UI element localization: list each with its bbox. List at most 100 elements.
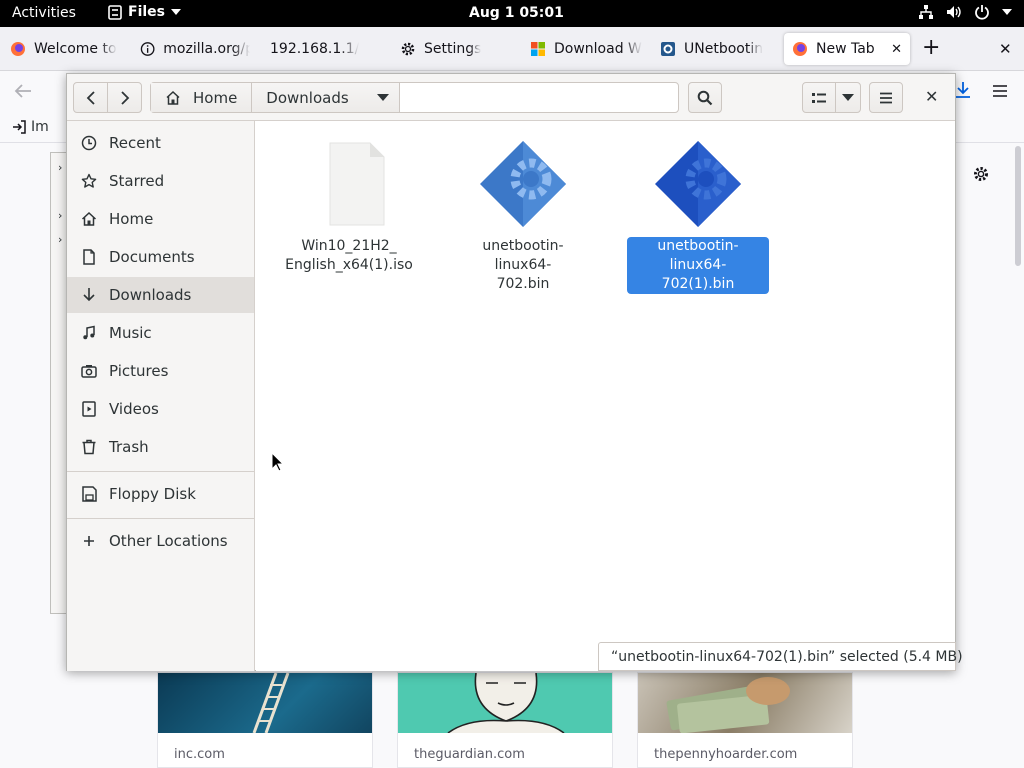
- file-name: Win10_21H2_ English_x64(1).iso: [285, 238, 413, 273]
- top-site-tile[interactable]: thepennyhoarder.com: [637, 672, 853, 768]
- file-item-selected[interactable]: unetbootin-linux64- 702(1).bin: [627, 139, 769, 294]
- back-button[interactable]: [73, 82, 108, 113]
- network-icon: [919, 5, 933, 19]
- site-label: theguardian.com: [414, 747, 525, 762]
- trash-icon: [82, 439, 96, 455]
- path-bar: Home Downloads: [150, 82, 679, 113]
- close-dialog-button[interactable]: ✕: [925, 87, 938, 106]
- hamburger-menu-icon[interactable]: [992, 84, 1008, 98]
- file-item[interactable]: Win10_21H2_ English_x64(1).iso: [278, 139, 420, 275]
- path-segment-downloads[interactable]: Downloads: [252, 83, 400, 112]
- activities-button[interactable]: Activities: [12, 5, 76, 21]
- search-button[interactable]: [688, 82, 722, 113]
- file-list-view: Win10_21H2_ English_x64(1).iso unetbooti…: [256, 121, 955, 671]
- browser-tab-strip: Welcome to mozilla.org/p 192.168.1.1/ Se…: [0, 27, 1024, 71]
- gear-icon: [401, 42, 415, 56]
- firefox-icon: [793, 42, 807, 56]
- plus-icon: [84, 536, 94, 546]
- browser-tab[interactable]: UNetbootin: [660, 33, 772, 65]
- chevron-left-icon: [86, 90, 95, 105]
- close-window-button[interactable]: ✕: [999, 40, 1012, 58]
- gear-icon[interactable]: [972, 165, 990, 183]
- sidebar-separator: [67, 471, 254, 472]
- sidebar-item-documents[interactable]: Documents: [67, 239, 254, 275]
- site-thumbnail: [398, 673, 612, 733]
- file-chooser-dialog: Home Downloads ✕ Recent Starred Home Doc…: [66, 73, 963, 671]
- site-thumbnail: [638, 673, 852, 733]
- back-arrow-icon[interactable]: [14, 83, 32, 99]
- expander-arrow-icon: ›: [58, 209, 63, 222]
- path-segment-home[interactable]: Home: [151, 83, 253, 112]
- executable-gear-icon: [478, 139, 568, 229]
- browser-tab[interactable]: 192.168.1.1/: [270, 33, 380, 65]
- view-options-button[interactable]: [835, 82, 861, 113]
- import-icon: [13, 120, 26, 134]
- menu-button[interactable]: [869, 82, 903, 113]
- sidebar-item-recent[interactable]: Recent: [67, 125, 254, 161]
- executable-gear-icon: [653, 139, 743, 229]
- star-icon: [81, 173, 97, 188]
- top-site-tile[interactable]: inc.com: [157, 672, 373, 768]
- expander-arrow-icon: ›: [58, 233, 63, 246]
- site-label: inc.com: [174, 747, 225, 762]
- close-tab-icon[interactable]: ✕: [891, 42, 902, 57]
- scrollbar[interactable]: [1015, 146, 1021, 266]
- file-name: unetbootin-linux64- 702(1).bin: [627, 237, 769, 294]
- volume-icon: [947, 6, 961, 18]
- bookmark-import-item[interactable]: Im: [12, 119, 49, 135]
- forward-button[interactable]: [107, 82, 142, 113]
- home-icon: [166, 90, 180, 105]
- chevron-down-icon: [1002, 9, 1012, 15]
- sidebar-item-pictures[interactable]: Pictures: [67, 353, 254, 389]
- sidebar-item-music[interactable]: Music: [67, 315, 254, 351]
- firefox-icon: [11, 42, 25, 56]
- sidebar-item-floppy-disk[interactable]: Floppy Disk: [67, 476, 254, 512]
- download-icon[interactable]: [955, 81, 971, 99]
- chevron-right-icon: [120, 90, 129, 105]
- download-icon: [83, 288, 95, 302]
- view-toggle-button[interactable]: [802, 82, 836, 113]
- places-sidebar: Recent Starred Home Documents Downloads …: [67, 121, 255, 671]
- document-icon: [83, 249, 95, 265]
- camera-icon: [81, 365, 97, 378]
- sidebar-item-home[interactable]: Home: [67, 201, 254, 237]
- sidebar-item-videos[interactable]: Videos: [67, 391, 254, 427]
- gnome-top-bar: Activities Files Aug 1 05:01: [0, 0, 1024, 27]
- browser-tab-new-tab[interactable]: New Tab ✕: [784, 33, 910, 65]
- file-item[interactable]: unetbootin-linux64- 702.bin: [452, 139, 594, 294]
- expander-arrow-icon: ›: [58, 161, 63, 174]
- system-tray[interactable]: [918, 4, 1012, 20]
- generic-file-icon: [304, 139, 394, 229]
- video-icon: [82, 401, 96, 417]
- floppy-icon: [82, 486, 97, 502]
- file-cabinet-icon: [108, 4, 122, 20]
- sidebar-item-trash[interactable]: Trash: [67, 429, 254, 465]
- home-icon: [81, 211, 97, 226]
- selection-status: “unetbootin-linux64-702(1).bin” selected…: [598, 642, 963, 671]
- unetbootin-icon: [661, 42, 675, 56]
- search-icon: [697, 90, 713, 105]
- dialog-header-bar: Home Downloads ✕: [67, 74, 955, 121]
- sidebar-item-downloads[interactable]: Downloads: [67, 277, 254, 313]
- app-menu[interactable]: Files: [108, 4, 181, 20]
- hamburger-menu-icon: [880, 92, 892, 103]
- clock[interactable]: Aug 1 05:01: [469, 5, 564, 21]
- browser-tab[interactable]: Settings: [400, 33, 510, 65]
- chevron-down-icon: [171, 9, 181, 15]
- list-view-icon: [812, 92, 826, 103]
- browser-tab[interactable]: mozilla.org/p: [140, 33, 250, 65]
- chevron-down-icon: [842, 94, 854, 101]
- chevron-down-icon: [376, 94, 389, 101]
- windows-logo-icon: [531, 42, 545, 56]
- new-tab-button[interactable]: +: [922, 35, 940, 60]
- music-icon: [83, 325, 95, 340]
- browser-tab[interactable]: Download W: [530, 33, 642, 65]
- sidebar-separator: [67, 518, 254, 519]
- sidebar-item-starred[interactable]: Starred: [67, 163, 254, 199]
- mouse-pointer-icon: [271, 452, 285, 472]
- site-thumbnail: [158, 673, 372, 733]
- top-site-tile[interactable]: theguardian.com: [397, 672, 613, 768]
- sidebar-item-other-locations[interactable]: Other Locations: [67, 523, 254, 559]
- file-name: unetbootin-linux64- 702.bin: [482, 238, 564, 292]
- browser-tab[interactable]: Welcome to: [10, 33, 118, 65]
